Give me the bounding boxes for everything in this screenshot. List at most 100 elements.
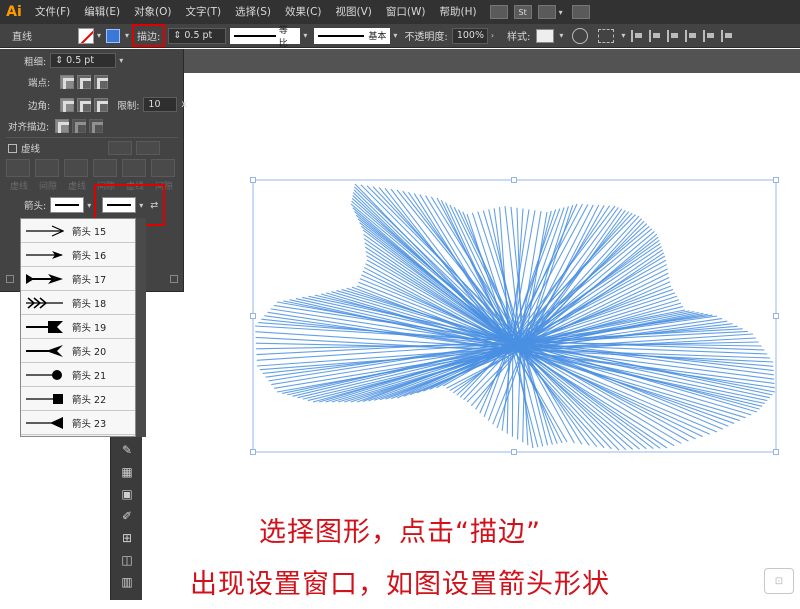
arrowhead-label: 箭头 19: [72, 322, 107, 334]
menu-window[interactable]: 窗口(W): [379, 0, 433, 24]
align-center-stroke-button[interactable]: [55, 119, 70, 133]
align-selection-icon[interactable]: [598, 28, 615, 43]
gap-field-3[interactable]: [151, 159, 175, 177]
chevron-down-icon[interactable]: ▾: [116, 56, 126, 65]
arrow-19-icon: [26, 320, 63, 333]
scale-icon[interactable]: [6, 275, 14, 283]
arrowhead-option[interactable]: 箭头 20: [21, 339, 135, 363]
arrowhead-option[interactable]: 箭头 15: [21, 219, 135, 243]
chevron-down-icon[interactable]: ▾: [618, 31, 628, 40]
limit-field[interactable]: 10: [143, 97, 178, 112]
arrowhead-label: 箭头 18: [72, 298, 107, 310]
stock-icon[interactable]: St: [513, 5, 532, 19]
app-logo[interactable]: Ai: [0, 0, 28, 24]
align-stroke-label: 对齐描边:: [8, 122, 50, 133]
ray-line: [373, 350, 511, 401]
arrow-22-icon: [26, 393, 63, 404]
selection-handle[interactable]: [773, 313, 779, 319]
align-middle-icon[interactable]: [703, 29, 715, 42]
miter-join-button[interactable]: [60, 97, 75, 112]
selection-handle[interactable]: [250, 313, 256, 319]
menu-type[interactable]: 文字(T): [179, 0, 229, 24]
opacity-field[interactable]: 100%: [451, 27, 488, 44]
dash-field-2[interactable]: [64, 159, 88, 177]
arrowhead-option[interactable]: 箭头 17: [21, 267, 135, 291]
chevron-down-icon[interactable]: ▾: [556, 31, 566, 40]
selection-handle[interactable]: [511, 177, 517, 183]
align-center-icon[interactable]: [649, 29, 661, 42]
arrowhead-option[interactable]: 箭头 22: [21, 387, 135, 411]
chevron-down-icon[interactable]: ▾: [300, 31, 310, 40]
dash-preserve-icon[interactable]: [136, 141, 161, 155]
selection-handle[interactable]: [511, 449, 517, 455]
dashed-line-checkbox[interactable]: [8, 143, 17, 153]
selection-handle[interactable]: [773, 449, 779, 455]
menu-file[interactable]: 文件(F): [28, 0, 77, 24]
dash-field-1[interactable]: [6, 159, 30, 177]
stroke-weight-field[interactable]: ⇕ 0.5 pt: [168, 27, 227, 44]
arrowhead-label: 箭头 23: [72, 418, 107, 430]
arrow-23-icon: [26, 416, 63, 429]
bevel-join-button[interactable]: [94, 97, 109, 112]
round-join-button[interactable]: [77, 97, 92, 112]
graphic-style-swatch[interactable]: [536, 28, 555, 43]
arrowhead-option[interactable]: 箭头 16: [21, 243, 135, 267]
menu-object[interactable]: 对象(O): [127, 0, 178, 24]
menu-view[interactable]: 视图(V): [329, 0, 379, 24]
align-arrow-icon[interactable]: [170, 275, 178, 283]
selection-handle[interactable]: [773, 177, 779, 183]
arrow-18-icon: [26, 296, 63, 309]
object-type-label: 直线: [12, 32, 32, 43]
align-right-icon[interactable]: [667, 29, 679, 42]
menu-select[interactable]: 选择(S): [228, 0, 278, 24]
variable-width-profile-select[interactable]: 等比: [230, 26, 301, 49]
brush-definition-select[interactable]: 基本: [314, 27, 391, 44]
gap-field-1[interactable]: [35, 159, 59, 177]
gap-field-2[interactable]: [93, 159, 117, 177]
dash-field-3[interactable]: [122, 159, 146, 177]
recolor-icon[interactable]: [572, 27, 589, 44]
stroke-swatch-icon[interactable]: [106, 28, 121, 43]
align-bottom-icon[interactable]: [721, 29, 733, 42]
gpu-icon[interactable]: [571, 5, 590, 19]
stroke-panel-link[interactable]: 描边:: [132, 24, 166, 47]
chevron-down-icon[interactable]: ▾: [556, 8, 566, 17]
stroke-weight-stepper-icon[interactable]: ⇕: [173, 30, 181, 41]
selected-artwork[interactable]: [247, 176, 779, 456]
column-graph-icon[interactable]: ▦: [119, 465, 135, 479]
chevron-down-icon[interactable]: ▾: [390, 31, 400, 40]
weight-value: 0.5 pt: [66, 55, 95, 66]
chevron-down-icon[interactable]: ▾: [84, 201, 94, 210]
menu-edit[interactable]: 编辑(E): [77, 0, 127, 24]
menu-help[interactable]: 帮助(H): [433, 0, 484, 24]
arrowhead-list-scrollbar[interactable]: [136, 218, 146, 437]
chevron-down-icon[interactable]: ▾: [122, 31, 132, 40]
symbol-sprayer-icon[interactable]: ✎: [119, 443, 135, 457]
align-top-icon[interactable]: [685, 29, 697, 42]
watermark-logo: ⊡: [764, 568, 794, 594]
align-outside-stroke-button[interactable]: [89, 119, 104, 133]
align-inside-stroke-button[interactable]: [72, 119, 87, 133]
arrowhead-option[interactable]: 箭头 19: [21, 315, 135, 339]
arrowhead-start-select[interactable]: [50, 197, 85, 213]
arrowhead-option[interactable]: 箭头 23: [21, 411, 135, 435]
weight-field[interactable]: ⇕ 0.5 pt: [50, 53, 117, 68]
projecting-cap-button[interactable]: [94, 75, 109, 89]
selection-handle[interactable]: [250, 449, 256, 455]
menu-effect[interactable]: 效果(C): [278, 0, 329, 24]
arrange-docs-icon[interactable]: [537, 5, 556, 19]
weight-stepper-icon[interactable]: ⇕: [55, 55, 63, 66]
fill-swatch[interactable]: [78, 27, 94, 44]
dash-align-corners-icon[interactable]: [108, 141, 133, 155]
align-left-icon[interactable]: [631, 29, 643, 42]
butt-cap-button[interactable]: [60, 75, 75, 89]
chevron-right-icon[interactable]: ›: [488, 31, 497, 40]
menu-bar: Ai 文件(F) 编辑(E) 对象(O) 文字(T) 选择(S) 效果(C) 视…: [0, 0, 800, 24]
bridge-icon[interactable]: [489, 5, 508, 19]
artboard-icon[interactable]: ▣: [119, 487, 135, 501]
arrowhead-option[interactable]: 箭头 18: [21, 291, 135, 315]
selection-handle[interactable]: [250, 177, 256, 183]
round-cap-button[interactable]: [77, 75, 92, 89]
chevron-down-icon[interactable]: ▾: [94, 31, 104, 40]
arrowhead-option[interactable]: 箭头 21: [21, 363, 135, 387]
